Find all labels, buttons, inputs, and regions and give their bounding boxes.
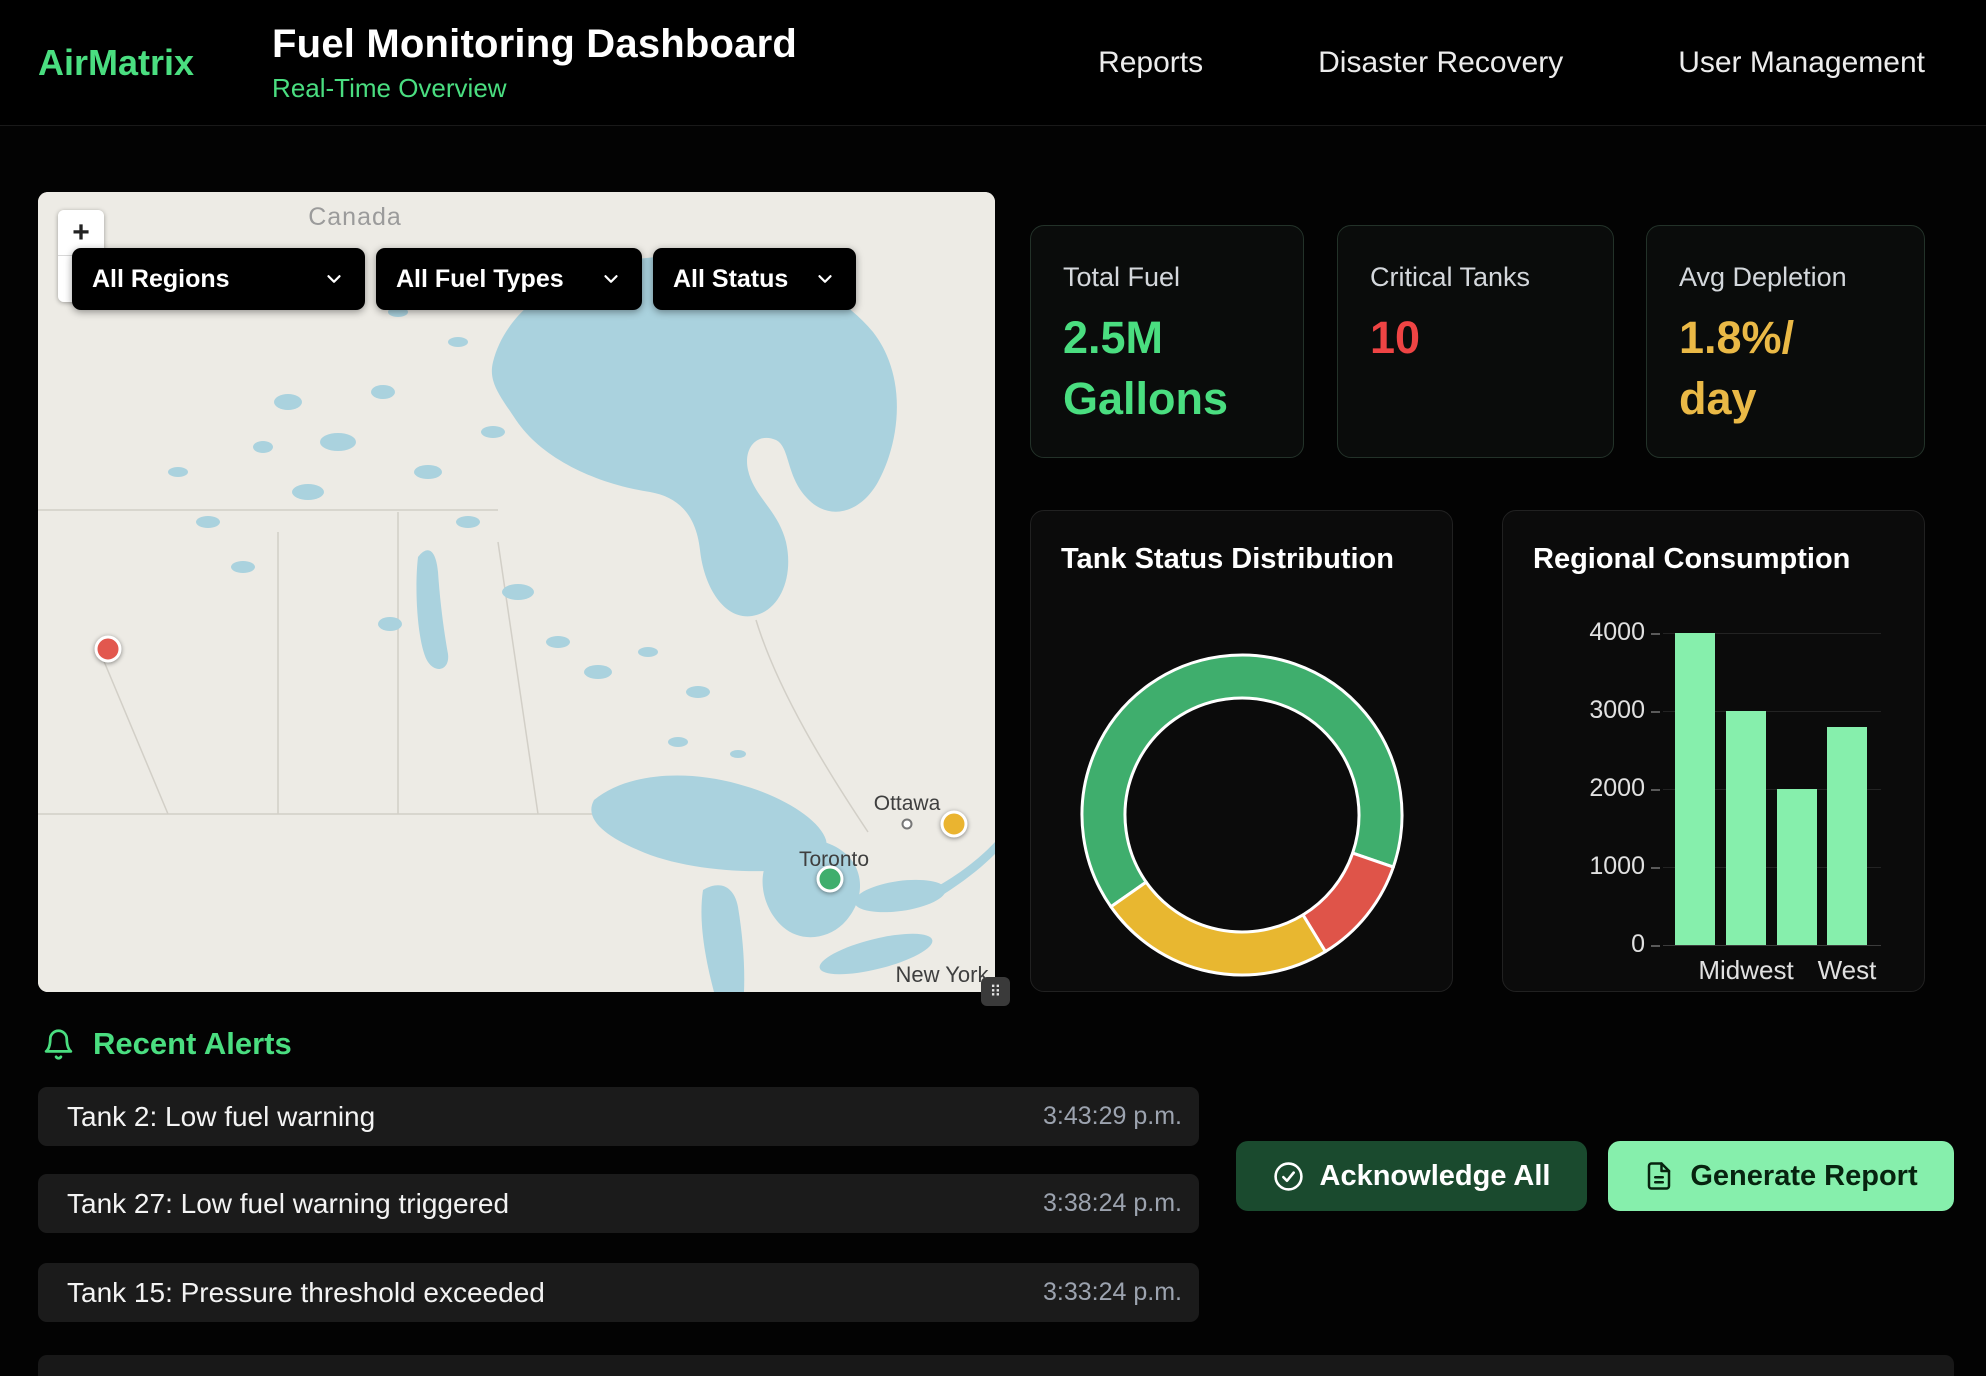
map-panel: Canada Ottawa Toronto New York + − All R… xyxy=(38,192,995,992)
generate-report-button[interactable]: Generate Report xyxy=(1608,1141,1954,1211)
app-header: AirMatrix Fuel Monitoring Dashboard Real… xyxy=(0,0,1986,126)
regional-consumption-bar-chart: 01000200030004000MidwestWest xyxy=(1503,511,1924,991)
normal-tank-marker[interactable] xyxy=(817,866,844,893)
tank-status-donut-chart xyxy=(1077,650,1407,980)
y-axis-label: 1000 xyxy=(1513,852,1645,881)
tank-status-card: Tank Status Distribution xyxy=(1030,510,1453,992)
stat-value: 1.8%/day xyxy=(1679,307,1892,429)
chevron-down-icon xyxy=(814,268,836,290)
alert-row[interactable]: Tank 2: Low fuel warning 3:43:29 p.m. xyxy=(38,1087,1199,1146)
stat-card-critical-tanks: Critical Tanks 10 xyxy=(1337,225,1614,458)
recent-alerts-header: Recent Alerts xyxy=(42,1026,292,1062)
page-subtitle: Real-Time Overview xyxy=(272,73,797,104)
chevron-down-icon xyxy=(323,268,345,290)
y-axis-tick xyxy=(1651,633,1660,635)
stat-card-avg-depletion: Avg Depletion 1.8%/day xyxy=(1646,225,1925,458)
bell-icon xyxy=(42,1028,75,1061)
nav-user-management[interactable]: User Management xyxy=(1678,46,1925,80)
alert-time: 3:38:24 p.m. xyxy=(1043,1189,1182,1218)
stat-label: Critical Tanks xyxy=(1370,262,1581,293)
bar xyxy=(1827,727,1867,945)
bar xyxy=(1726,711,1766,945)
page-title: Fuel Monitoring Dashboard xyxy=(272,22,797,67)
recent-alerts-title: Recent Alerts xyxy=(93,1026,292,1062)
map-canvas[interactable]: Canada Ottawa Toronto New York xyxy=(38,192,995,992)
alert-row-partial xyxy=(38,1355,1954,1376)
map-label-new-york: New York xyxy=(896,962,990,987)
status-filter-select[interactable]: All Status xyxy=(653,248,856,310)
y-axis-label: 4000 xyxy=(1513,618,1645,647)
stat-value: 2.5MGallons xyxy=(1063,307,1271,429)
check-circle-icon xyxy=(1273,1161,1304,1192)
generate-report-label: Generate Report xyxy=(1690,1160,1917,1193)
fuel-type-filter-value: All Fuel Types xyxy=(396,265,564,294)
bar xyxy=(1675,633,1715,945)
gridline xyxy=(1663,945,1881,946)
alert-message: Tank 27: Low fuel warning triggered xyxy=(67,1188,509,1220)
region-filter-select[interactable]: All Regions xyxy=(72,248,365,310)
title-block: Fuel Monitoring Dashboard Real-Time Over… xyxy=(272,22,797,104)
ottawa-city-dot xyxy=(903,820,912,829)
main-nav: Reports Disaster Recovery User Managemen… xyxy=(1098,46,1925,80)
document-icon xyxy=(1644,1161,1674,1191)
brand-logo[interactable]: AirMatrix xyxy=(38,42,194,84)
y-axis-label: 2000 xyxy=(1513,774,1645,803)
warning-tank-marker[interactable] xyxy=(940,811,967,838)
y-axis-label: 0 xyxy=(1513,930,1645,959)
map-label-ottawa: Ottawa xyxy=(874,792,941,815)
map-resize-handle[interactable] xyxy=(981,977,1010,1006)
status-filter-value: All Status xyxy=(673,265,788,294)
y-axis-label: 3000 xyxy=(1513,696,1645,725)
alert-row[interactable]: Tank 27: Low fuel warning triggered 3:38… xyxy=(38,1174,1199,1233)
nav-reports[interactable]: Reports xyxy=(1098,46,1203,80)
nav-disaster-recovery[interactable]: Disaster Recovery xyxy=(1318,46,1563,80)
alert-message: Tank 15: Pressure threshold exceeded xyxy=(67,1277,545,1309)
acknowledge-all-label: Acknowledge All xyxy=(1320,1160,1551,1193)
stat-card-total-fuel: Total Fuel 2.5MGallons xyxy=(1030,225,1304,458)
alert-time: 3:33:24 p.m. xyxy=(1043,1278,1182,1307)
map-filter-bar: All Regions All Fuel Types All Status xyxy=(72,248,856,310)
y-axis-tick xyxy=(1651,945,1660,947)
stat-label: Avg Depletion xyxy=(1679,262,1892,293)
dashboard: AirMatrix Fuel Monitoring Dashboard Real… xyxy=(0,0,1986,1376)
region-filter-value: All Regions xyxy=(92,265,230,294)
alert-row[interactable]: Tank 15: Pressure threshold exceeded 3:3… xyxy=(38,1263,1199,1322)
stat-label: Total Fuel xyxy=(1063,262,1271,293)
critical-tank-marker[interactable] xyxy=(94,635,121,662)
alert-time: 3:43:29 p.m. xyxy=(1043,1102,1182,1131)
bar xyxy=(1777,789,1817,945)
y-axis-tick xyxy=(1651,789,1660,791)
map-label-canada: Canada xyxy=(308,203,402,231)
chart-title: Tank Status Distribution xyxy=(1061,543,1422,576)
alert-message: Tank 2: Low fuel warning xyxy=(67,1101,375,1133)
x-axis-label: West xyxy=(1767,955,1927,986)
donut-segment-warning xyxy=(1110,882,1324,975)
acknowledge-all-button[interactable]: Acknowledge All xyxy=(1236,1141,1587,1211)
y-axis-tick xyxy=(1651,711,1660,713)
y-axis-tick xyxy=(1651,867,1660,869)
regional-consumption-card: Regional Consumption 01000200030004000Mi… xyxy=(1502,510,1925,992)
stat-value: 10 xyxy=(1370,307,1581,368)
fuel-type-filter-select[interactable]: All Fuel Types xyxy=(376,248,642,310)
chevron-down-icon xyxy=(600,268,622,290)
